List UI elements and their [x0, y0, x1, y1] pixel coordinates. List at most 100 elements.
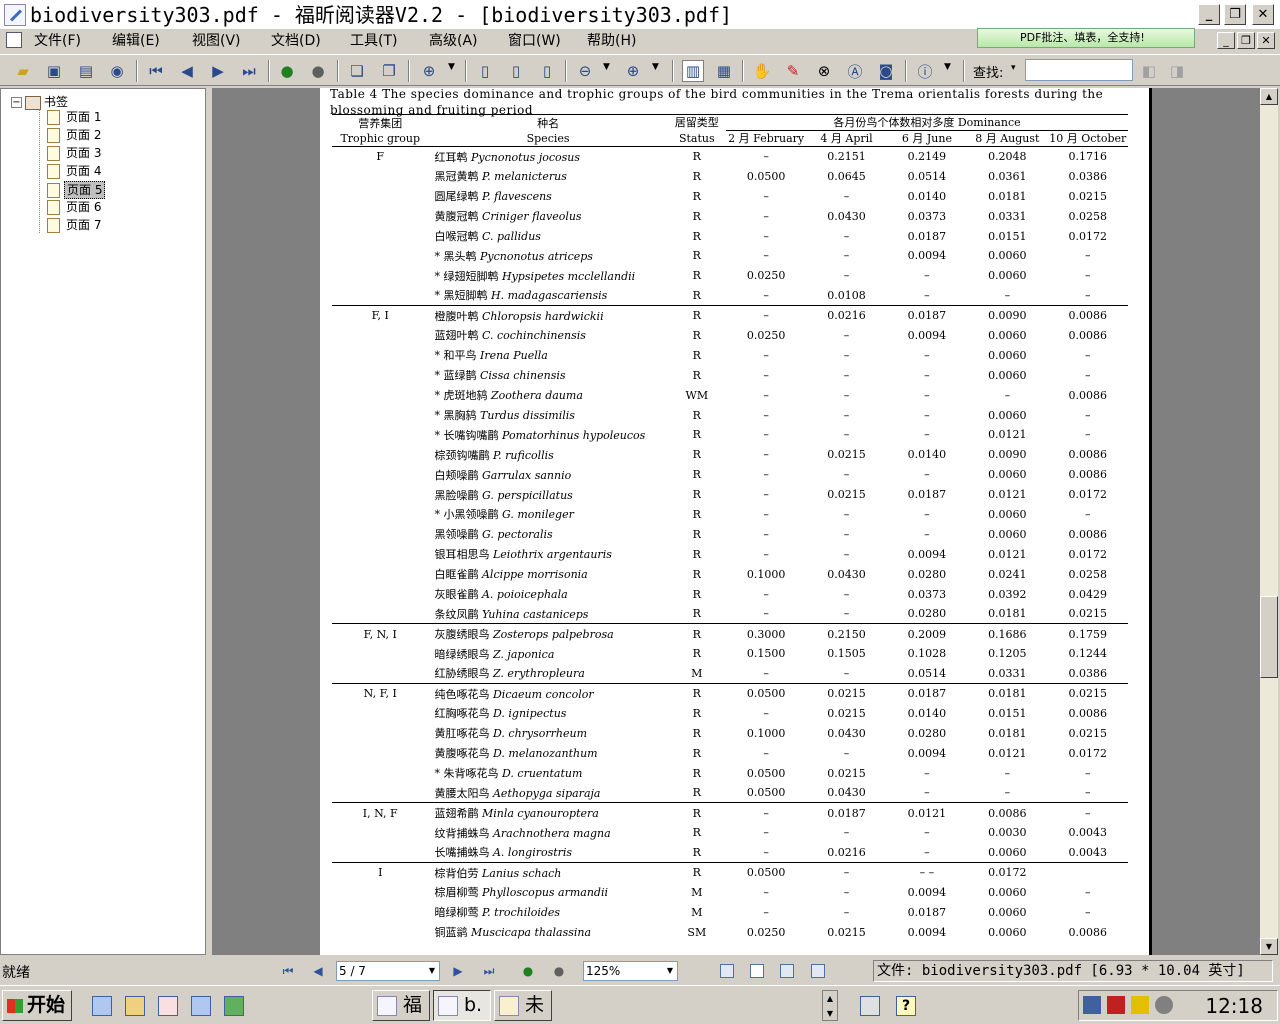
status-forward-icon[interactable]: ● — [550, 962, 568, 980]
scroll-thumb[interactable] — [1260, 596, 1278, 678]
menu-view[interactable]: 视图(V) — [192, 32, 241, 50]
fit-page-icon[interactable]: ▯ — [536, 60, 558, 82]
info-dropdown-icon[interactable]: ▼ — [944, 62, 951, 72]
back-icon[interactable]: ● — [276, 60, 298, 82]
antivirus-icon[interactable] — [1107, 996, 1125, 1014]
zoom-level-dropdown-icon[interactable]: ▼ — [664, 963, 676, 979]
promo-banner[interactable]: PDF批注、填表，全支持! — [977, 28, 1195, 48]
scroll-up-icon[interactable]: ▲ — [1260, 88, 1278, 105]
zoom-dropdown-icon[interactable]: ▼ — [448, 62, 455, 72]
menu-advanced[interactable]: 高级(A) — [429, 32, 478, 50]
status-prev-page-icon[interactable]: ◀ — [309, 962, 327, 980]
copy-page-icon[interactable]: ❏ — [346, 60, 368, 82]
forward-icon[interactable]: ● — [307, 60, 329, 82]
bookmark-root[interactable]: − 书签 — [11, 93, 68, 110]
quicklaunch-paint-icon[interactable] — [158, 996, 178, 1016]
print-icon[interactable]: ▤ — [75, 60, 97, 82]
status-back-icon[interactable]: ● — [519, 962, 537, 980]
zoom-in-small-icon[interactable]: ⊕ — [622, 60, 644, 82]
close-button[interactable]: ✕ — [1252, 4, 1274, 25]
dominance-cell: 0.0187 — [886, 683, 968, 704]
menu-window[interactable]: 窗口(W) — [508, 32, 561, 50]
text-tool-icon[interactable]: Ⓐ — [844, 60, 866, 82]
bookmark-page-1[interactable]: 页面 1 — [47, 109, 103, 127]
find-input[interactable] — [1025, 59, 1133, 81]
single-page-mode-icon[interactable] — [720, 964, 734, 978]
status-last-page-icon[interactable]: ⏭ — [480, 962, 498, 980]
document-viewer[interactable]: Table 4 The species dominance and trophi… — [212, 88, 1260, 955]
warning-icon[interactable] — [1131, 996, 1149, 1014]
bookmark-page-7[interactable]: 页面 7 — [47, 217, 103, 235]
help-icon[interactable]: ? — [896, 996, 916, 1016]
menu-edit[interactable]: 编辑(E) — [112, 32, 160, 50]
start-button[interactable]: 开始 — [2, 990, 72, 1021]
info-icon[interactable]: ⓘ — [914, 60, 936, 82]
foxit-app-icon[interactable] — [4, 4, 26, 26]
quicklaunch-desktop-icon[interactable] — [92, 996, 112, 1016]
network-icon[interactable] — [1083, 996, 1101, 1014]
restore-button[interactable]: ❐ — [1224, 4, 1246, 25]
zoom-in-dropdown-icon[interactable]: ▼ — [652, 62, 659, 72]
scroll-down-icon[interactable]: ▼ — [1260, 938, 1278, 955]
vertical-scrollbar[interactable]: ▲ ▼ — [1260, 88, 1278, 955]
quicklaunch-user-icon[interactable] — [224, 996, 244, 1016]
document-menu-icon[interactable] — [6, 32, 22, 48]
dominance-cell: 0.0215 — [827, 488, 866, 502]
keyboard-icon[interactable] — [860, 996, 880, 1016]
find-prev-icon[interactable]: ◧ — [1138, 60, 1160, 82]
quicklaunch-ie-icon[interactable] — [191, 996, 211, 1016]
trophic-group-cell — [332, 286, 428, 306]
open-icon[interactable]: ▰ — [12, 60, 34, 82]
task-foxit-document[interactable]: b. — [433, 990, 491, 1021]
bookmark-page-2[interactable]: 页面 2 — [47, 127, 103, 145]
menu-help[interactable]: 帮助(H) — [587, 32, 636, 50]
snapshot-icon[interactable]: ◙ — [875, 60, 897, 82]
minimize-button[interactable]: _ — [1198, 4, 1220, 25]
bookmark-page-6[interactable]: 页面 6 — [47, 199, 103, 217]
zoom-out-dropdown-icon[interactable]: ▼ — [603, 62, 610, 72]
doc-restore-button[interactable]: ❐ — [1237, 32, 1255, 49]
menu-file[interactable]: 文件(F) — [34, 32, 81, 50]
last-page-icon[interactable]: ⏭ — [238, 60, 260, 82]
thumbnails-icon[interactable]: ▦ — [713, 60, 735, 82]
bookmark-page-5[interactable]: 页面 5 — [47, 181, 106, 199]
email-icon[interactable]: ◉ — [106, 60, 128, 82]
doc-minimize-button[interactable]: _ — [1217, 32, 1235, 49]
page-number-field[interactable]: 5 / 7 ▼ — [336, 961, 440, 981]
fit-width-icon[interactable]: ▯ — [505, 60, 527, 82]
find-next-icon[interactable]: ◨ — [1166, 60, 1188, 82]
task-foxit[interactable]: 福 — [372, 990, 430, 1021]
zoom-in-icon[interactable]: ⊕ — [418, 60, 440, 82]
page-dropdown-icon[interactable]: ▼ — [426, 963, 438, 979]
find-binoculars-icon[interactable]: ⊗ — [813, 60, 835, 82]
bookmark-page-3[interactable]: 页面 3 — [47, 145, 103, 163]
status-first-page-icon[interactable]: ⏮ — [279, 962, 297, 980]
save-icon[interactable]: ▣ — [43, 60, 65, 82]
menu-tools[interactable]: 工具(T) — [350, 32, 397, 50]
continuous-facing-mode-icon[interactable] — [811, 964, 825, 978]
single-page-icon[interactable]: ▯ — [474, 60, 496, 82]
doc-close-button[interactable]: ✕ — [1257, 32, 1275, 49]
find-options-icon[interactable]: ▾ — [1011, 63, 1016, 73]
volume-icon[interactable] — [1155, 996, 1173, 1014]
bookmark-page-4[interactable]: 页面 4 — [47, 163, 103, 181]
first-page-icon[interactable]: ⏮ — [145, 60, 167, 82]
dominance-cell: 0.0187 — [907, 488, 947, 502]
bookmarks-panel-icon[interactable]: ▥ — [682, 60, 704, 82]
menu-document[interactable]: 文档(D) — [271, 32, 321, 50]
facing-mode-icon[interactable] — [780, 964, 794, 978]
next-page-icon[interactable]: ▶ — [207, 60, 229, 82]
status-next-page-icon[interactable]: ▶ — [449, 962, 467, 980]
zoom-level-field[interactable]: 125% ▼ — [583, 961, 678, 981]
typewriter-icon[interactable]: ✎ — [782, 60, 804, 82]
taskbar-scroll-icon[interactable]: ▲ ▼ — [822, 990, 838, 1021]
continuous-mode-icon[interactable] — [750, 964, 764, 978]
collapse-icon[interactable]: − — [11, 97, 22, 108]
species-cell: 黑冠黄鹎 P. melanicterus — [428, 166, 667, 186]
zoom-out-icon[interactable]: ⊖ — [574, 60, 596, 82]
prev-page-icon[interactable]: ◀ — [176, 60, 198, 82]
hand-tool-icon[interactable]: ✋ — [751, 60, 773, 82]
select-text-icon[interactable]: ❐ — [378, 60, 400, 82]
quicklaunch-app-icon[interactable] — [125, 996, 145, 1016]
task-untitled[interactable]: 未 — [494, 990, 552, 1021]
